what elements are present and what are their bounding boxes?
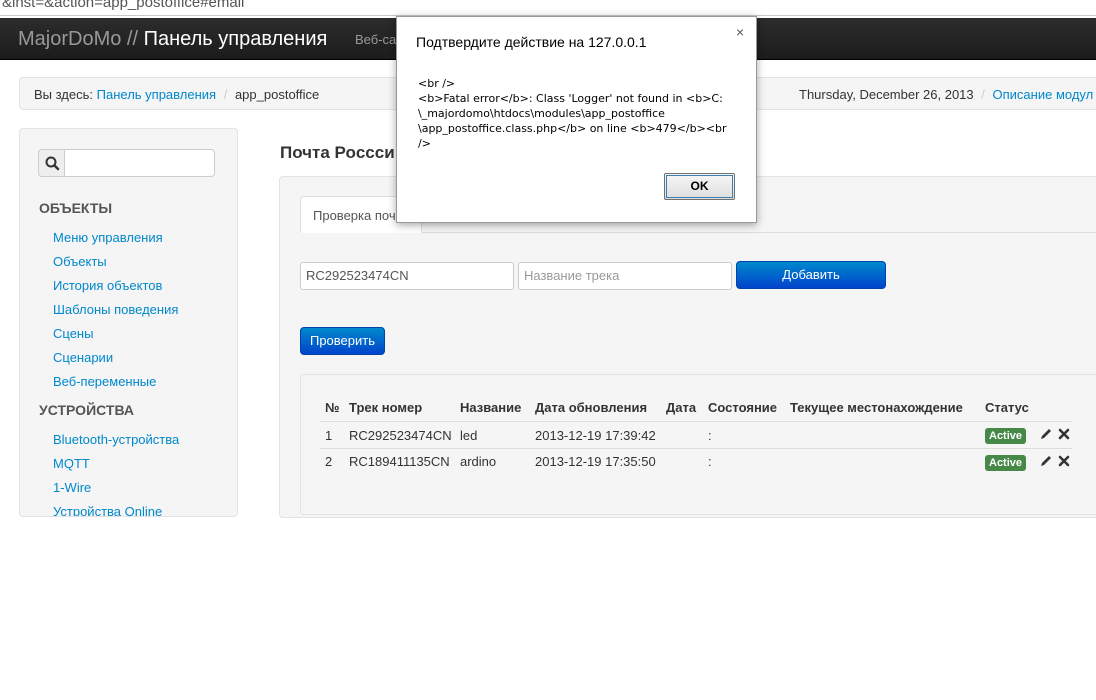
brand-name: MajorDoMo (18, 28, 122, 50)
browser-url-bar[interactable]: &inst=&action=app_postoffice#email (0, 0, 1096, 16)
page-title: Почта Роccси (280, 143, 395, 162)
tracks-table: № Трек номер Название Дата обновления Да… (300, 374, 1096, 515)
module-description-link[interactable]: Описание модул (993, 87, 1094, 102)
row2-track: RC189411135CN (349, 454, 450, 469)
breadcrumb-current: app_postoffice (234, 87, 320, 102)
sidebar-search (38, 149, 215, 177)
brand-title: Панель управления (143, 28, 328, 50)
row-divider (320, 421, 1072, 422)
sidebar-item-objects[interactable]: Объекты (53, 254, 107, 269)
col-header-name: Название (460, 400, 522, 415)
ok-button[interactable]: OK (664, 173, 735, 200)
sidebar-item-mqtt[interactable]: MQTT (53, 456, 90, 471)
brand[interactable]: MajorDoMo // Панель управления (18, 28, 327, 51)
sidebar: ОБЪЕКТЫ Меню управления Объекты История … (19, 128, 238, 517)
col-header-num: № (325, 400, 340, 415)
col-header-updated: Дата обновления (535, 400, 648, 415)
delete-icon[interactable] (1057, 454, 1071, 468)
row2-updated: 2013-12-19 17:35:50 (535, 454, 656, 469)
sidebar-item-scripts[interactable]: Сценарии (53, 350, 113, 365)
row1-updated: 2013-12-19 17:39:42 (535, 428, 656, 443)
url-text: &inst=&action=app_postoffice#email (2, 0, 245, 11)
col-header-state: Состояние (708, 400, 778, 415)
row2-name: ardino (460, 454, 497, 469)
row-divider (320, 448, 1072, 449)
breadcrumb-home-link[interactable]: Панель управления (97, 87, 216, 102)
check-button[interactable]: Проверить (300, 327, 385, 355)
breadcrumb-divider: / (223, 87, 228, 102)
nav-header-devices: УСТРОЙСТВА (39, 402, 134, 418)
sidebar-item-behavior-templates[interactable]: Шаблоны поведения (53, 302, 178, 317)
close-icon[interactable]: × (736, 24, 744, 40)
col-header-location: Текущее местонахождение (790, 400, 963, 415)
search-input[interactable] (64, 149, 215, 177)
track-number-input[interactable]: RC292523474CN (300, 262, 514, 290)
sidebar-item-web-variables[interactable]: Веб-переменные (53, 374, 156, 389)
dialog-message: <br /> <b>Fatal error</b>: Class 'Logger… (418, 77, 727, 150)
nav-link-web[interactable]: Веб-са (355, 32, 396, 47)
dialog-title: Подтвердите действие на 127.0.0.1 (416, 34, 647, 50)
brand-separator: // (126, 28, 139, 50)
current-date: Thursday, December 26, 2013 (799, 87, 974, 102)
nav-header-objects: ОБЪЕКТЫ (39, 200, 113, 216)
edit-icon[interactable] (1039, 427, 1053, 441)
breadcrumb-divider-right: / (981, 87, 985, 102)
sidebar-item-object-history[interactable]: История объектов (53, 278, 162, 293)
track-name-input[interactable]: Название трека (518, 262, 732, 290)
col-header-status: Статус (985, 400, 1029, 415)
col-header-date: Дата (666, 400, 697, 415)
row2-num: 2 (325, 454, 333, 469)
sidebar-item-bluetooth[interactable]: Bluetooth-устройства (53, 432, 179, 447)
row2-state: : (708, 454, 712, 469)
row1-track: RC292523474CN (349, 428, 452, 443)
sidebar-item-devices-online[interactable]: Устройства Online (53, 504, 162, 516)
status-badge: Active (985, 455, 1027, 471)
sidebar-item-onewire[interactable]: 1-Wire (53, 480, 91, 495)
delete-icon[interactable] (1057, 427, 1071, 441)
row1-num: 1 (325, 428, 333, 443)
confirm-dialog: Подтвердите действие на 127.0.0.1 × <br … (396, 16, 757, 223)
sidebar-item-menu[interactable]: Меню управления (53, 230, 163, 245)
breadcrumb-prefix: Вы здесь: (34, 87, 94, 102)
edit-icon[interactable] (1039, 454, 1053, 468)
add-button[interactable]: Добавить (736, 261, 886, 289)
row1-name: led (460, 428, 478, 443)
sidebar-item-scenes[interactable]: Сцены (53, 326, 93, 341)
col-header-track: Трек номер (349, 400, 423, 415)
row1-state: : (708, 428, 712, 443)
status-badge: Active (985, 428, 1027, 444)
search-button[interactable] (38, 149, 65, 177)
content-panel: Проверка почт RC292523474CN Название тре… (279, 176, 1096, 518)
search-icon (45, 156, 60, 171)
